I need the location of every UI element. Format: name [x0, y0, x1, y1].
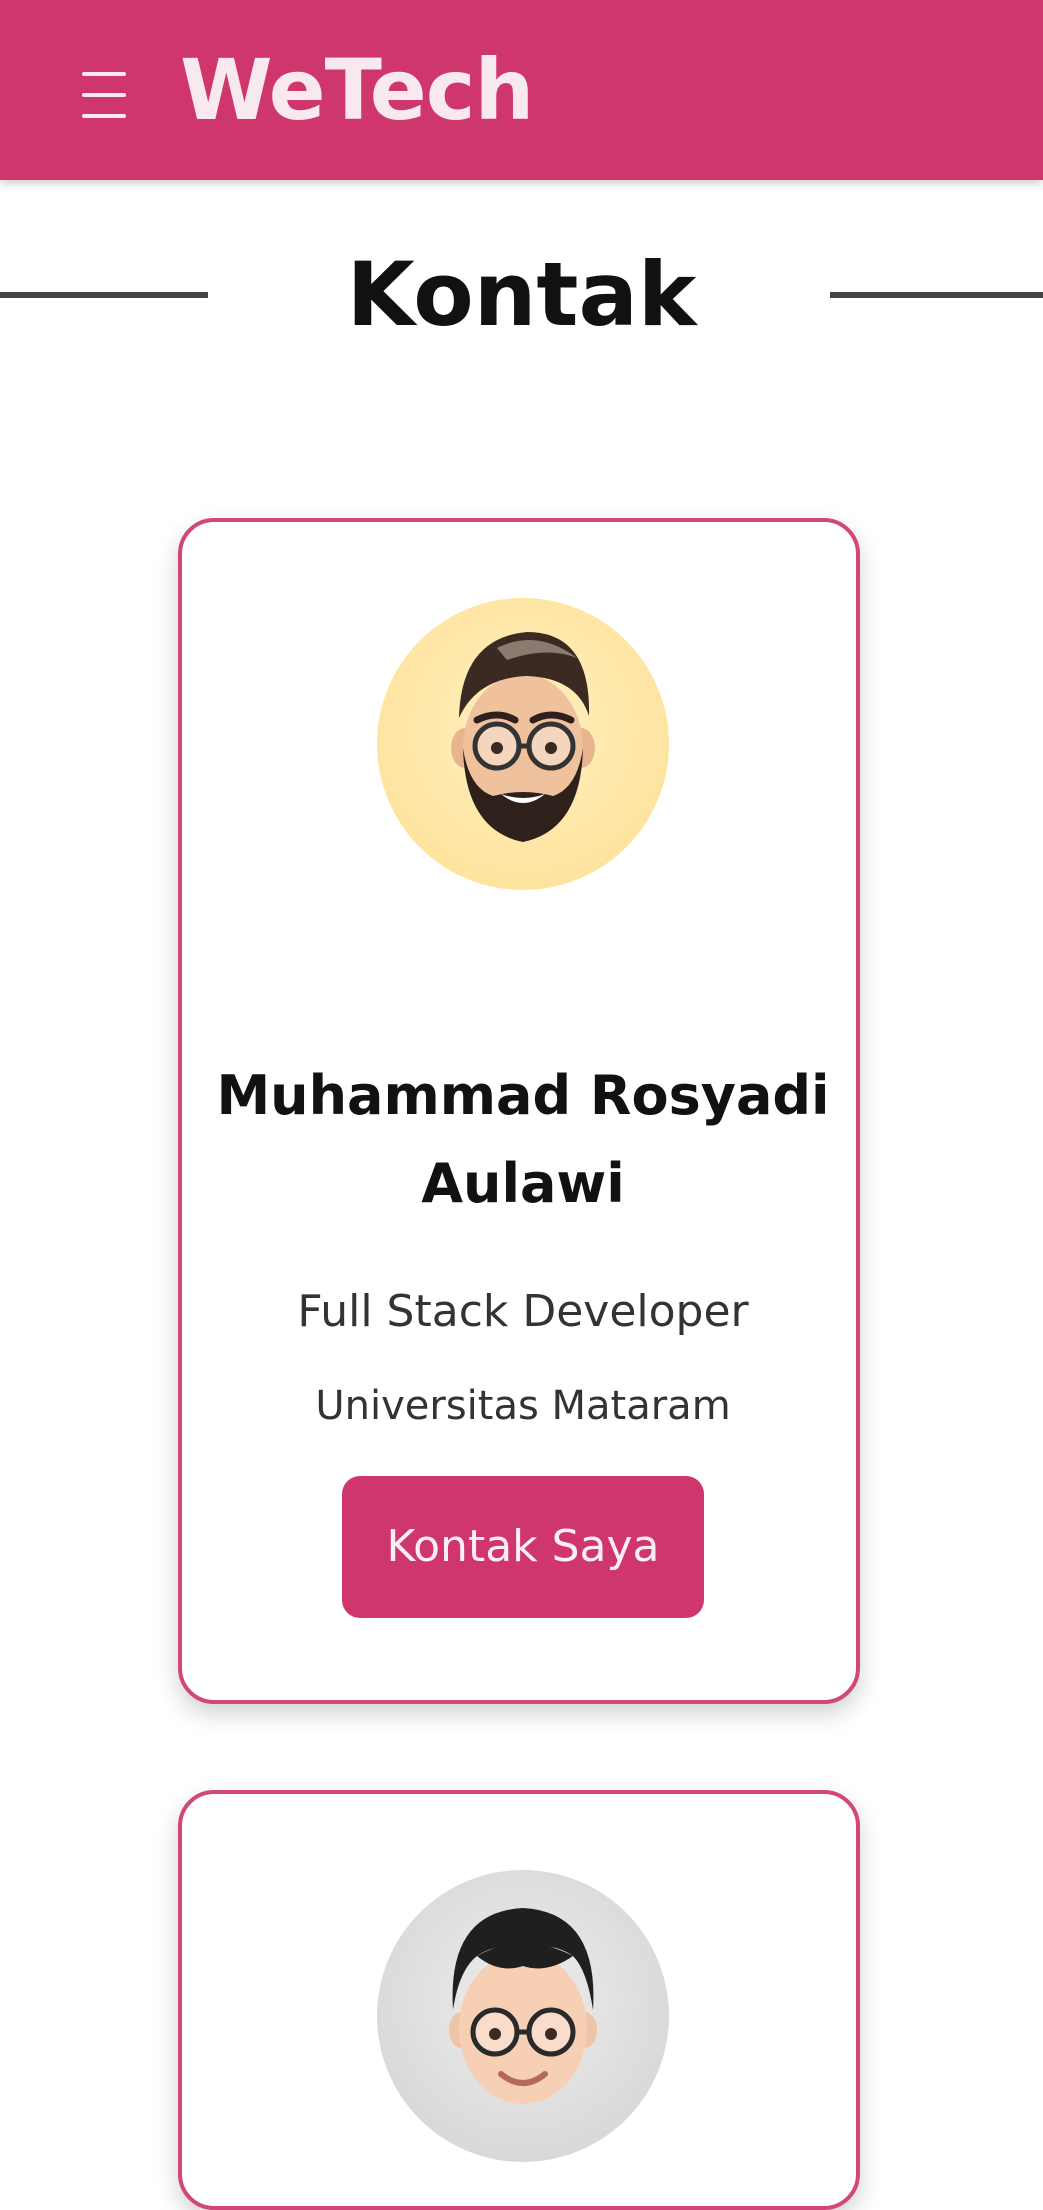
brand-logo-text[interactable]: WeTech	[180, 38, 534, 142]
hamburger-menu-icon[interactable]	[82, 72, 128, 118]
title-divider-right	[830, 292, 1043, 298]
avatar	[377, 1870, 669, 2162]
contact-name: Muhammad Rosyadi Aulawi	[216, 1064, 830, 1215]
contact-role: Full Stack Developer	[297, 1286, 749, 1337]
avatar	[377, 598, 669, 890]
memoji-avatar-icon	[451, 632, 595, 842]
contact-card	[178, 1790, 860, 2210]
section-header: Kontak	[0, 240, 1043, 350]
top-navbar: WeTech	[0, 0, 1043, 180]
contact-me-button[interactable]: Kontak Saya	[342, 1476, 704, 1618]
contact-university: Universitas Mataram	[315, 1383, 731, 1429]
memoji-avatar-icon	[449, 1908, 597, 2104]
contact-card: Muhammad Rosyadi Aulawi Full Stack Devel…	[178, 518, 860, 1704]
